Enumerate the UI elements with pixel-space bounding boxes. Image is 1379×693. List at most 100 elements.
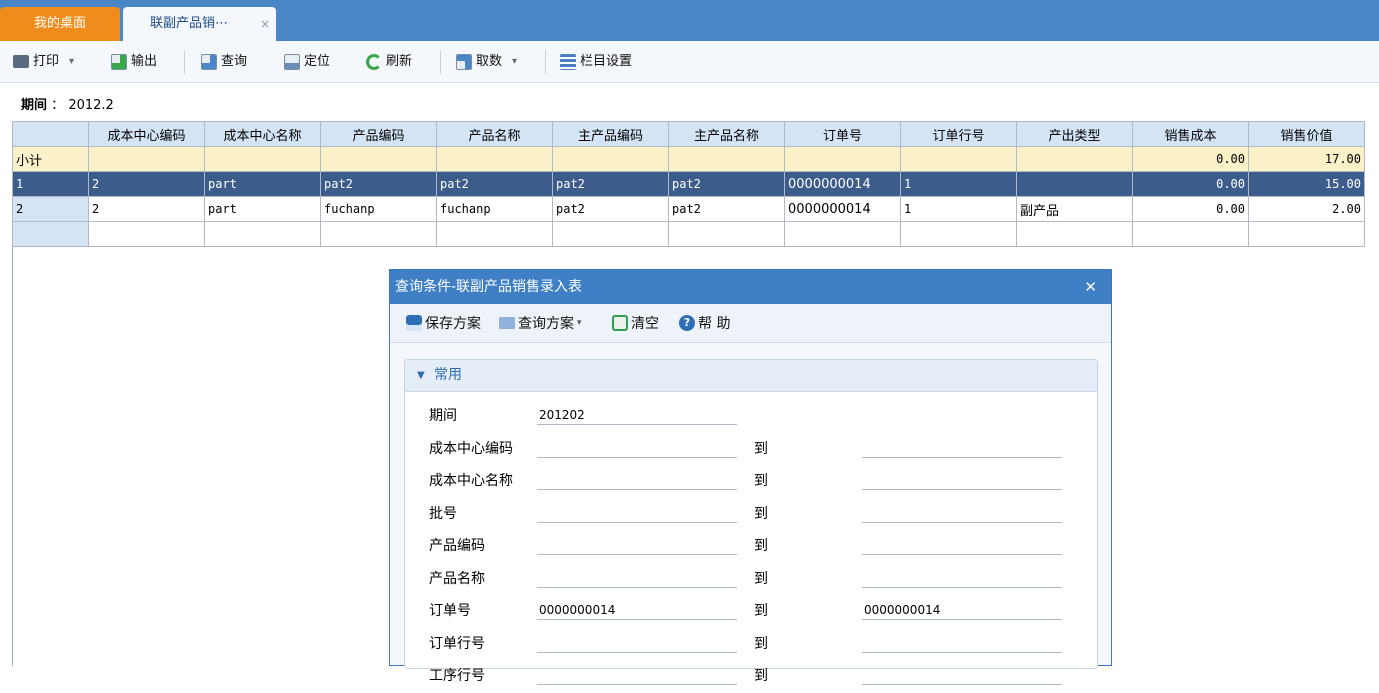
table-cell[interactable]: 0000000014: [784, 171, 901, 197]
save-scheme-button[interactable]: 保存方案: [406, 304, 481, 342]
chevron-down-icon[interactable]: ▾: [512, 41, 517, 82]
table-cell[interactable]: [204, 146, 321, 172]
table-cell[interactable]: pat2: [668, 171, 785, 197]
refresh-button[interactable]: 刷新: [366, 41, 412, 82]
column-header[interactable]: 销售成本: [1132, 121, 1249, 147]
to-input[interactable]: [862, 661, 1062, 685]
table-cell[interactable]: pat2: [552, 171, 669, 197]
row-number[interactable]: 2: [12, 196, 89, 222]
section-header[interactable]: ▼ 常用: [405, 360, 1097, 392]
column-header[interactable]: 产品编码: [320, 121, 437, 147]
table-cell[interactable]: [900, 146, 1017, 172]
from-input[interactable]: [537, 564, 737, 588]
table-cell[interactable]: [1016, 171, 1133, 197]
to-input[interactable]: [862, 531, 1062, 555]
from-input[interactable]: [537, 629, 737, 653]
table-cell[interactable]: 15.00: [1248, 171, 1365, 197]
table-cell[interactable]: [88, 221, 205, 247]
locate-button[interactable]: 定位: [284, 41, 330, 82]
query-scheme-button[interactable]: 查询方案 ▾: [499, 304, 582, 342]
table-cell[interactable]: [1016, 146, 1133, 172]
table-cell[interactable]: [784, 146, 901, 172]
from-input[interactable]: [537, 434, 737, 458]
table-cell[interactable]: fuchanp: [436, 196, 553, 222]
tab-coproduct-sales[interactable]: 联副产品销⋯ ×: [123, 7, 276, 41]
table-cell[interactable]: [88, 146, 205, 172]
column-header[interactable]: 订单号: [784, 121, 901, 147]
to-input[interactable]: [862, 629, 1062, 653]
export-button[interactable]: 输出: [111, 41, 157, 82]
table-cell[interactable]: [1132, 221, 1249, 247]
table-cell[interactable]: [1016, 221, 1133, 247]
to-input[interactable]: [862, 466, 1062, 490]
table-cell[interactable]: [1248, 221, 1365, 247]
print-button[interactable]: 打印 ▾: [13, 41, 74, 82]
column-header[interactable]: 销售价值: [1248, 121, 1365, 147]
tab-desktop[interactable]: 我的桌面: [0, 7, 120, 41]
chevron-down-icon[interactable]: ▾: [577, 318, 582, 328]
table-cell[interactable]: [320, 221, 437, 247]
to-label: 到: [754, 506, 768, 522]
table-row-empty[interactable]: [12, 221, 1365, 247]
chevron-down-icon[interactable]: ▾: [69, 41, 74, 82]
table-cell[interactable]: [668, 221, 785, 247]
table-cell[interactable]: part: [204, 196, 321, 222]
table-cell[interactable]: [320, 146, 437, 172]
table-cell[interactable]: 1: [900, 171, 1017, 197]
table-cell[interactable]: 副产品: [1016, 196, 1133, 222]
table-cell[interactable]: 2: [88, 196, 205, 222]
table-cell[interactable]: [436, 146, 553, 172]
table-cell[interactable]: fuchanp: [320, 196, 437, 222]
table-cell[interactable]: [436, 221, 553, 247]
table-cell[interactable]: 0000000014: [784, 196, 901, 222]
column-header[interactable]: 成本中心编码: [88, 121, 205, 147]
table-cell[interactable]: pat2: [436, 171, 553, 197]
column-settings-button[interactable]: 栏目设置: [560, 41, 632, 82]
close-icon[interactable]: ✕: [1084, 270, 1097, 304]
to-input[interactable]: [862, 434, 1062, 458]
from-input[interactable]: [537, 661, 737, 685]
column-header[interactable]: 产出类型: [1016, 121, 1133, 147]
table-cell[interactable]: 0.00: [1132, 171, 1249, 197]
column-header[interactable]: 成本中心名称: [204, 121, 321, 147]
from-input[interactable]: 0000000014: [537, 596, 737, 620]
column-header[interactable]: 主产品编码: [552, 121, 669, 147]
table-cell[interactable]: 1: [900, 196, 1017, 222]
clear-button[interactable]: 清空: [612, 304, 659, 342]
help-button[interactable]: ? 帮 助: [679, 304, 730, 342]
table-cell[interactable]: part: [204, 171, 321, 197]
table-row[interactable]: 1 2 part pat2 pat2 pat2 pat2 0000000014 …: [12, 171, 1365, 197]
table-cell[interactable]: [900, 221, 1017, 247]
column-header[interactable]: 主产品名称: [668, 121, 785, 147]
table-cell[interactable]: pat2: [668, 196, 785, 222]
table-cell[interactable]: [784, 221, 901, 247]
table-cell[interactable]: 0.00: [1132, 196, 1249, 222]
table-cell[interactable]: [552, 146, 669, 172]
from-input[interactable]: [537, 499, 737, 523]
table-cell[interactable]: pat2: [552, 196, 669, 222]
period-from-input[interactable]: 201202: [537, 401, 737, 425]
to-input[interactable]: 0000000014: [862, 596, 1062, 620]
table-cell[interactable]: pat2: [320, 171, 437, 197]
table-cell[interactable]: [552, 221, 669, 247]
dialog-title-bar[interactable]: 查询条件-联副产品销售录入表 ✕: [390, 270, 1111, 304]
table-cell[interactable]: [204, 221, 321, 247]
from-input[interactable]: [537, 466, 737, 490]
row-number[interactable]: 1: [12, 171, 89, 197]
row-number[interactable]: [12, 221, 89, 247]
to-input[interactable]: [862, 564, 1062, 588]
table-cell[interactable]: 2: [88, 171, 205, 197]
query-button[interactable]: 查询: [201, 41, 247, 82]
table-cell[interactable]: [668, 146, 785, 172]
subtotal-value[interactable]: 17.00: [1248, 146, 1365, 172]
table-row[interactable]: 2 2 part fuchanp fuchanp pat2 pat2 00000…: [12, 196, 1365, 222]
to-input[interactable]: [862, 499, 1062, 523]
subtotal-cost[interactable]: 0.00: [1132, 146, 1249, 172]
from-input[interactable]: [537, 531, 737, 555]
subtotal-row[interactable]: 小计 0.00 17.00: [12, 146, 1365, 172]
column-header[interactable]: 订单行号: [900, 121, 1017, 147]
table-cell[interactable]: 2.00: [1248, 196, 1365, 222]
fetch-button[interactable]: 取数 ▾: [456, 41, 517, 82]
close-icon[interactable]: ×: [260, 7, 270, 41]
column-header[interactable]: 产品名称: [436, 121, 553, 147]
